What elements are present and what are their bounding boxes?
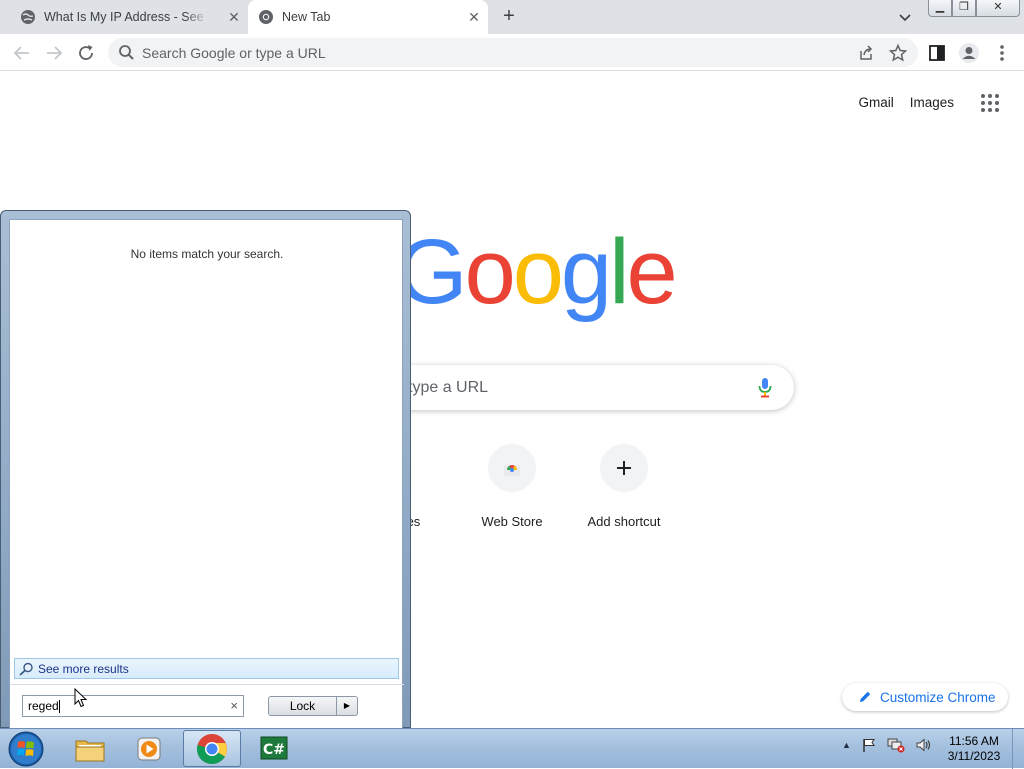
lock-button[interactable]: Lock ▶ [268, 696, 358, 716]
network-disconnected-icon[interactable] [887, 737, 905, 753]
show-desktop-button[interactable] [1012, 729, 1024, 769]
back-icon[interactable] [11, 42, 33, 64]
taskbar-chrome-button[interactable] [183, 730, 241, 767]
see-more-label: See more results [38, 661, 129, 676]
show-hidden-icons-icon[interactable]: ▲ [842, 740, 851, 750]
globe-icon [21, 10, 35, 24]
shortcut-label: Web Store [481, 514, 543, 529]
add-shortcut[interactable]: Add shortcut [568, 444, 680, 529]
images-link[interactable]: Images [910, 95, 954, 110]
pencil-icon [860, 691, 871, 702]
google-logo-letter: l [609, 221, 630, 323]
taskbar-explorer-button[interactable] [61, 730, 119, 767]
share-icon[interactable] [855, 42, 877, 64]
google-logo-letter: g [560, 221, 612, 323]
google-logo: Google [396, 226, 678, 318]
action-center-flag-icon[interactable] [861, 737, 877, 753]
divider [10, 684, 404, 685]
svg-text:C#: C# [263, 742, 285, 758]
start-menu: No items match your search. See more res… [0, 210, 411, 729]
start-search-value: reged [28, 699, 59, 713]
shortcut-label: Add shortcut [587, 514, 661, 529]
customize-chrome-button[interactable]: Customize Chrome [842, 683, 1008, 711]
clock-time: 11:56 AM [949, 734, 999, 748]
volume-icon[interactable] [915, 737, 933, 753]
folder-icon [75, 740, 105, 761]
search-icon [119, 45, 134, 60]
google-logo-letter: o [464, 221, 516, 323]
google-apps-icon[interactable] [981, 94, 999, 112]
taskbar-clock[interactable]: 11:56 AM 3/11/2023 [940, 734, 1008, 764]
ntp-header-links: Gmail Images [858, 95, 954, 110]
close-window-button[interactable]: ✕ [976, 0, 1020, 17]
profile-avatar-icon[interactable] [958, 42, 980, 64]
csharp-icon: C# [260, 736, 288, 759]
gmail-link[interactable]: Gmail [858, 95, 893, 110]
reload-icon[interactable] [75, 42, 97, 64]
chrome-icon [259, 10, 273, 24]
side-panel-icon[interactable] [926, 42, 948, 64]
browser-toolbar: Search Google or type a URL [0, 34, 1024, 71]
start-search-input[interactable]: reged × [22, 695, 244, 717]
windows-start-orb-icon[interactable] [6, 730, 46, 768]
start-menu-results-pane: No items match your search. See more res… [9, 219, 404, 729]
close-tab-icon[interactable]: ✕ [466, 9, 482, 25]
taskbar-media-player-button[interactable] [120, 730, 178, 767]
omnibox-placeholder: Search Google or type a URL [142, 44, 326, 61]
restore-button[interactable]: ❐ [952, 0, 976, 17]
forward-icon[interactable] [43, 42, 65, 64]
tab-title: What Is My IP Address - See Your Public [44, 10, 209, 24]
tab-strip: What Is My IP Address - See Your Public … [0, 0, 1024, 34]
mouse-cursor-icon [74, 688, 88, 708]
bookmark-star-icon[interactable] [887, 42, 909, 64]
shortcut-web-store[interactable]: Web Store [456, 444, 568, 529]
see-more-results-link[interactable]: See more results [14, 658, 399, 679]
tab-title: New Tab [282, 10, 331, 24]
no-results-message: No items match your search. [130, 247, 284, 261]
power-options-arrow-icon[interactable]: ▶ [337, 697, 357, 715]
plus-icon [600, 444, 648, 492]
tab-whatismyip[interactable]: What Is My IP Address - See Your Public … [12, 0, 248, 34]
system-tray: ▲ [842, 737, 933, 753]
media-player-icon [137, 737, 161, 760]
microphone-icon[interactable] [758, 377, 772, 398]
text-caret [58, 699, 60, 713]
google-logo-letter: o [512, 221, 564, 323]
new-tab-button[interactable]: + [498, 5, 520, 27]
search-icon [19, 662, 33, 676]
close-tab-icon[interactable]: ✕ [226, 9, 242, 25]
ntp-search-box[interactable]: type a URL [360, 365, 794, 410]
ntp-search-placeholder: type a URL [408, 378, 489, 396]
omnibox[interactable]: Search Google or type a URL [108, 38, 918, 67]
clear-search-icon[interactable]: × [230, 699, 238, 713]
clock-date: 3/11/2023 [947, 749, 1001, 763]
lock-label: Lock [269, 697, 337, 715]
tab-new-tab[interactable]: New Tab ✕ [248, 0, 488, 34]
taskbar: C# ▲ 11:56 AM 3/11/2023 [0, 728, 1024, 769]
chrome-icon [196, 733, 227, 764]
taskbar-csharp-button[interactable]: C# [245, 730, 303, 767]
webstore-icon [488, 444, 536, 492]
google-logo-letter: e [626, 221, 678, 323]
more-menu-icon[interactable] [991, 42, 1013, 64]
minimize-button[interactable]: ▁ [928, 0, 952, 17]
chevron-down-icon[interactable] [896, 8, 914, 26]
customize-label: Customize Chrome [880, 689, 996, 705]
